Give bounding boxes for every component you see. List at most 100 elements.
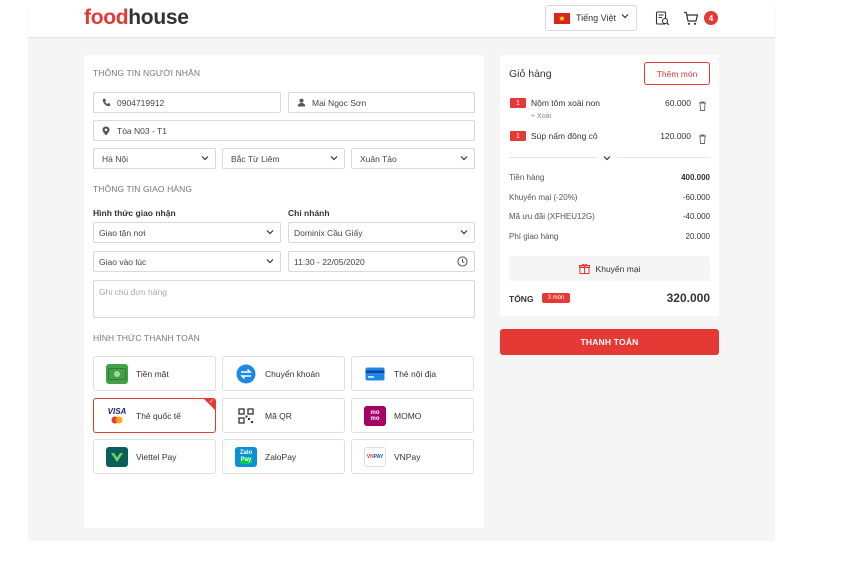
trash-icon[interactable] [698,131,707,144]
payment-label: Thẻ nội địa [394,368,437,379]
item-name: Súp nấm đông cô [531,131,598,141]
item-qty-badge[interactable]: 1 [510,98,526,108]
trash-icon[interactable] [698,98,707,111]
payment-domestic-card[interactable]: Thẻ nội địa [351,356,474,391]
branch-value: Dominix Cầu Giấy [294,227,363,238]
subtotal-value: 400.000 [681,173,710,182]
address-field[interactable]: Tòa N03 - T1 [93,120,475,141]
payment-zalopay[interactable]: Zalo Pay ZaloPay [222,439,345,474]
chevron-down-icon [330,154,338,164]
checkout-form: THÔNG TIN NGƯỜI NHẬN 0904719912 Mai Ngọc… [84,55,484,528]
delivery-method-label: Hình thức giao nhận [93,208,176,218]
delivery-section-title: THÔNG TIN GIAO HÀNG [93,184,193,194]
payment-label: Viettel Pay [136,451,177,462]
chevron-down-icon [621,12,629,22]
payment-label: ZaloPay [265,451,297,462]
branch-select[interactable]: Dominix Cầu Giấy [288,222,475,243]
payment-international-card[interactable]: VISA Thẻ quốc tế ✓ [93,398,216,433]
address-value: Tòa N03 - T1 [117,125,167,136]
phone-icon [102,98,112,107]
delivery-time-field[interactable]: 11:30 - 22/05/2020 [288,251,475,272]
language-label: Tiếng Việt [576,13,617,23]
gift-icon [578,263,590,274]
add-item-button[interactable]: Thêm món [644,62,710,85]
order-note-input[interactable]: Ghi chú đơn hàng [93,280,475,318]
chevron-down-icon [201,154,209,164]
chevron-down-icon [266,257,274,267]
coupon-value: -40.000 [682,212,710,221]
payment-cash[interactable]: Tiền mặt [93,356,216,391]
order-search-icon[interactable] [653,9,671,27]
payment-vnpay[interactable]: VN PAY VNPay [351,439,474,474]
payment-section-title: HÌNH THỨC THANH TOÁN [93,333,200,343]
cash-icon [106,363,128,384]
item-note: + Xoài [531,113,552,120]
chevron-down-icon [266,228,274,238]
delivery-time-value: 11:30 - 22/05/2020 [294,256,365,267]
language-selector[interactable]: ★ Tiếng Việt [545,5,637,31]
payment-qr[interactable]: Mã QR [222,398,345,433]
shipping-fee-label: Phí giao hàng [509,232,559,241]
payment-label: Tiền mặt [136,368,169,379]
discount-value: -60.000 [682,193,710,202]
payment-viettelpay[interactable]: Viettel Pay [93,439,216,474]
discount-label: Khuyến mại (-20%) [509,193,578,202]
city-select[interactable]: Hà Nội [93,148,216,169]
payment-label: MOMO [394,410,422,421]
check-icon: ✓ [208,399,214,405]
district-value: Bắc Từ Liêm [231,153,280,164]
viettelpay-icon [106,446,128,467]
clock-icon[interactable] [457,256,468,269]
item-count-badge: 3 món [542,293,570,303]
cart-icon[interactable] [682,9,700,27]
city-value: Hà Nội [102,153,128,164]
shipping-fee-value: 20.000 [685,232,710,241]
visa-icon: VISA [106,406,128,426]
top-bar: foodhouse ★ Tiếng Việt 4 [28,0,775,38]
card-icon [364,364,386,384]
promotion-button[interactable]: Khuyến mại [509,256,710,281]
ward-select[interactable]: Xuân Tảo [351,148,475,169]
delivery-method-select[interactable]: Giao tận nơi [93,222,281,243]
total-value: 320.000 [666,291,710,305]
payment-label: Thẻ quốc tế [136,410,181,421]
payment-label: Chuyển khoản [265,368,320,379]
delivery-method-value: Giao tận nơi [99,227,146,238]
recipient-section-title: THÔNG TIN NGƯỜI NHẬN [93,68,201,78]
district-select[interactable]: Bắc Từ Liêm [222,148,345,169]
branch-label: Chi nhánh [288,208,330,218]
subtotal-label: Tiền hàng [509,173,545,182]
time-mode-select[interactable]: Giao vào lúc [93,251,281,272]
zalopay-icon: Zalo Pay [235,446,257,467]
payment-momo[interactable]: mo mo MOMO [351,398,474,433]
payment-transfer[interactable]: Chuyển khoản [222,356,345,391]
transfer-icon [235,364,257,384]
item-name: Nộm tôm xoài non [531,98,600,108]
total-label: TỔNG [509,294,534,304]
time-mode-value: Giao vào lúc [99,256,147,267]
payment-label: Mã QR [265,410,292,421]
coupon-label: Mã ưu đãi (XFHEU12G) [509,212,595,221]
vietnam-flag-icon: ★ [554,12,570,24]
item-qty-badge[interactable]: 1 [510,131,526,141]
name-field[interactable]: Mai Ngọc Sơn [288,92,475,113]
expand-chevron-icon[interactable] [597,152,617,164]
checkout-button[interactable]: THANH TOÁN [500,329,719,355]
logo[interactable]: foodhouse [84,6,189,30]
payment-label: VNPay [394,451,421,462]
vnpay-icon: VN PAY [364,446,386,467]
momo-icon: mo mo [364,405,386,426]
chevron-down-icon [460,154,468,164]
phone-value: 0904719912 [117,97,165,108]
logo-part-food: food [84,6,129,29]
cart-count-badge: 4 [704,11,718,25]
location-pin-icon [102,126,112,136]
item-price: 120.000 [660,131,691,141]
phone-field[interactable]: 0904719912 [93,92,281,113]
promotion-label: Khuyến mại [595,263,641,274]
ward-value: Xuân Tảo [360,153,397,164]
item-price: 60.000 [665,98,691,108]
cart-title: Giỏ hàng [509,68,552,80]
user-icon [297,98,307,107]
qr-icon [235,406,257,426]
